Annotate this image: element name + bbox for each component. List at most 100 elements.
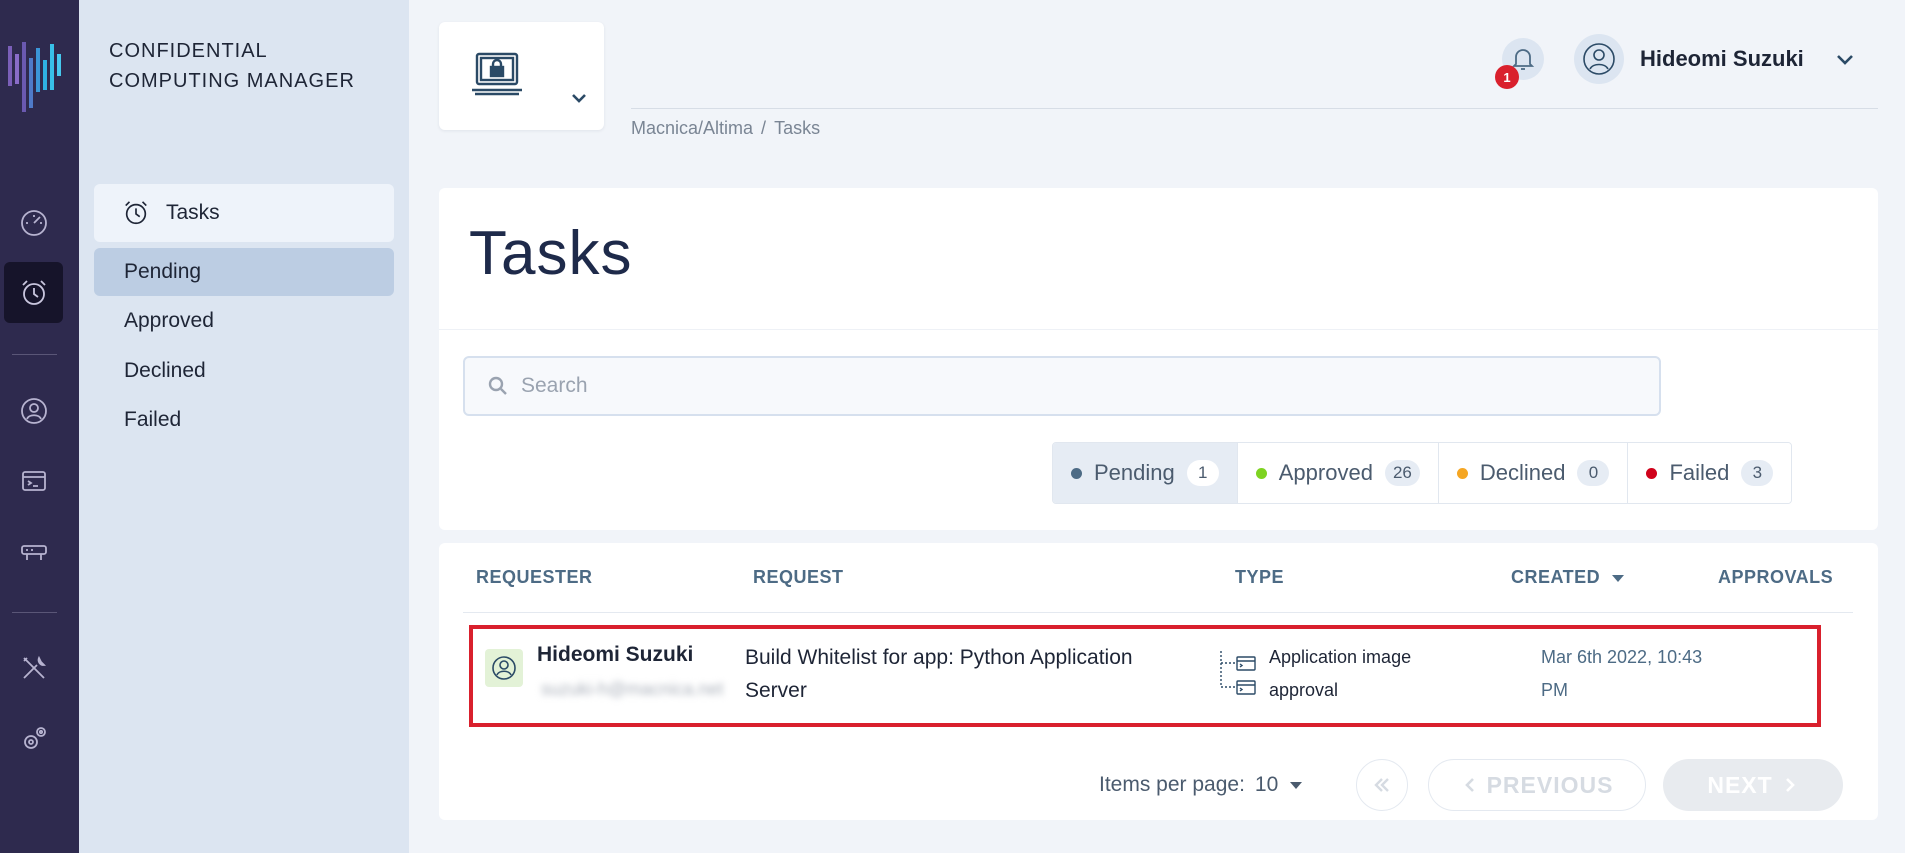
avatar — [1574, 34, 1624, 84]
icon-rail — [0, 0, 79, 853]
next-page-button[interactable]: NEXT — [1663, 759, 1843, 811]
rail-settings[interactable] — [4, 708, 63, 769]
tasks-header-card: Tasks Pending 1 Approved 26 Declined 0 F… — [439, 188, 1878, 530]
alarm-clock-icon — [125, 201, 147, 225]
column-label: REQUESTER — [476, 567, 593, 587]
table-row[interactable]: Hideomi Suzuki suzuki-h@macnica.net Buil… — [469, 625, 1821, 727]
requester-email: suzuki-h@macnica.net — [541, 679, 724, 699]
search-box[interactable] — [463, 356, 1661, 416]
alarm-clock-icon — [21, 279, 46, 305]
rail-tools[interactable] — [4, 637, 63, 698]
user-name: Hideomi Suzuki — [1640, 46, 1804, 71]
status-dot — [1255, 467, 1267, 479]
filter-label: Failed — [1669, 460, 1730, 485]
breadcrumb-current: Tasks — [774, 118, 821, 138]
brand-title: CONFIDENTIAL COMPUTING MANAGER — [109, 40, 355, 92]
rail-users[interactable] — [4, 380, 63, 441]
rail-dashboard[interactable] — [4, 192, 63, 253]
application-image-icon — [1220, 651, 1256, 695]
sidebar-section-label: Tasks — [166, 201, 220, 224]
status-filter-group: Pending 1 Approved 26 Declined 0 Failed … — [1052, 442, 1793, 504]
title-divider — [439, 329, 1878, 330]
table-header — [463, 567, 1853, 613]
filter-pending[interactable]: Pending 1 — [1053, 443, 1238, 503]
column-label: CREATED — [1511, 567, 1601, 587]
created-date: Mar 6th 2022, 10:43 PM — [1541, 647, 1703, 700]
user-avatar-icon — [492, 656, 516, 680]
pagination: Items per page: 10 PREVIOUS NEXT — [439, 759, 1878, 811]
column-header-requester[interactable]: REQUESTER — [476, 567, 593, 588]
breadcrumb: Macnica/Altima / Tasks — [631, 118, 820, 139]
filter-declined[interactable]: Declined 0 — [1438, 443, 1629, 503]
app-logo-icon[interactable] — [8, 40, 64, 120]
sidebar-section-tasks[interactable]: Tasks — [94, 184, 394, 242]
breadcrumb-separator: / — [761, 118, 767, 138]
header-divider — [631, 108, 1878, 109]
rail-tasks[interactable] — [4, 262, 63, 323]
breadcrumb-org[interactable]: Macnica/Altima — [631, 118, 753, 139]
status-dot — [1071, 467, 1082, 479]
secure-laptop-icon — [472, 52, 522, 96]
sidebar-item-approved[interactable]: Approved — [94, 297, 394, 345]
status-dot — [1456, 467, 1468, 479]
sidebar-item-failed[interactable]: Failed — [94, 396, 394, 444]
first-page-button[interactable] — [1356, 759, 1408, 811]
sidebar-item-declined[interactable]: Declined — [94, 347, 394, 395]
filter-label: Approved — [1278, 460, 1373, 485]
sort-down-icon — [1612, 574, 1625, 582]
filter-count: 1 — [1186, 460, 1219, 486]
filter-label: Pending — [1094, 460, 1175, 485]
sidebar-item-label: Failed — [124, 408, 182, 431]
page-title: Tasks — [469, 219, 633, 288]
user-menu[interactable]: Hideomi Suzuki — [1574, 34, 1856, 84]
column-header-type[interactable]: TYPE — [1235, 567, 1284, 588]
filter-label: Declined — [1479, 460, 1566, 485]
rail-devices[interactable] — [4, 520, 63, 581]
router-icon — [20, 544, 47, 560]
filter-count: 26 — [1384, 460, 1420, 486]
items-per-page-value: 10 — [1254, 773, 1279, 796]
notification-count-badge: 1 — [1495, 65, 1519, 89]
search-input[interactable] — [521, 374, 1621, 398]
filter-failed[interactable]: Failed 3 — [1628, 443, 1792, 503]
filter-approved[interactable]: Approved 26 — [1237, 443, 1439, 503]
terminal-icon — [21, 470, 46, 491]
column-header-approvals[interactable]: APPROVALS — [1718, 567, 1833, 588]
double-chevron-left-icon — [1374, 778, 1389, 792]
sidebar: CONFIDENTIAL COMPUTING MANAGER Tasks Pen… — [79, 0, 409, 853]
column-label: TYPE — [1235, 567, 1285, 587]
next-label: NEXT — [1707, 771, 1773, 798]
request-type: Application image approval — [1269, 647, 1412, 700]
tools-icon — [22, 655, 46, 679]
items-per-page-selector[interactable]: Items per page: 10 — [1099, 773, 1304, 797]
items-per-page-label: Items per page: — [1099, 773, 1245, 796]
column-label: REQUEST — [753, 567, 844, 587]
chevron-down-icon — [572, 94, 586, 103]
sidebar-item-label: Declined — [124, 359, 206, 382]
rail-applications[interactable] — [4, 450, 63, 511]
tasks-table-card: REQUESTER REQUEST TYPE CREATED APPROVALS… — [439, 543, 1878, 820]
filter-count: 3 — [1741, 460, 1774, 486]
request-description: Build Whitelist for app: Python Applicat… — [745, 646, 1133, 702]
notifications-button[interactable]: 1 — [1495, 38, 1544, 89]
requester-avatar — [485, 649, 523, 687]
previous-page-button[interactable]: PREVIOUS — [1428, 759, 1646, 811]
user-circle-icon — [20, 397, 47, 424]
device-selector[interactable] — [439, 22, 604, 130]
sidebar-item-label: Pending — [124, 260, 202, 283]
chevron-right-icon — [1785, 778, 1795, 792]
column-header-created[interactable]: CREATED — [1511, 567, 1626, 588]
chevron-left-icon — [1464, 778, 1474, 792]
chevron-down-icon — [1836, 55, 1853, 65]
status-dot — [1646, 467, 1658, 479]
sidebar-item-pending[interactable]: Pending — [94, 248, 394, 296]
filter-count: 0 — [1577, 460, 1610, 486]
column-header-request[interactable]: REQUEST — [753, 567, 844, 588]
dashboard-icon — [20, 209, 47, 236]
caret-down-icon — [1290, 782, 1303, 789]
column-label: APPROVALS — [1718, 567, 1834, 587]
requester-name: Hideomi Suzuki — [537, 643, 694, 666]
sidebar-item-label: Approved — [124, 309, 214, 332]
previous-label: PREVIOUS — [1486, 771, 1614, 798]
settings-gears-icon — [23, 726, 46, 749]
